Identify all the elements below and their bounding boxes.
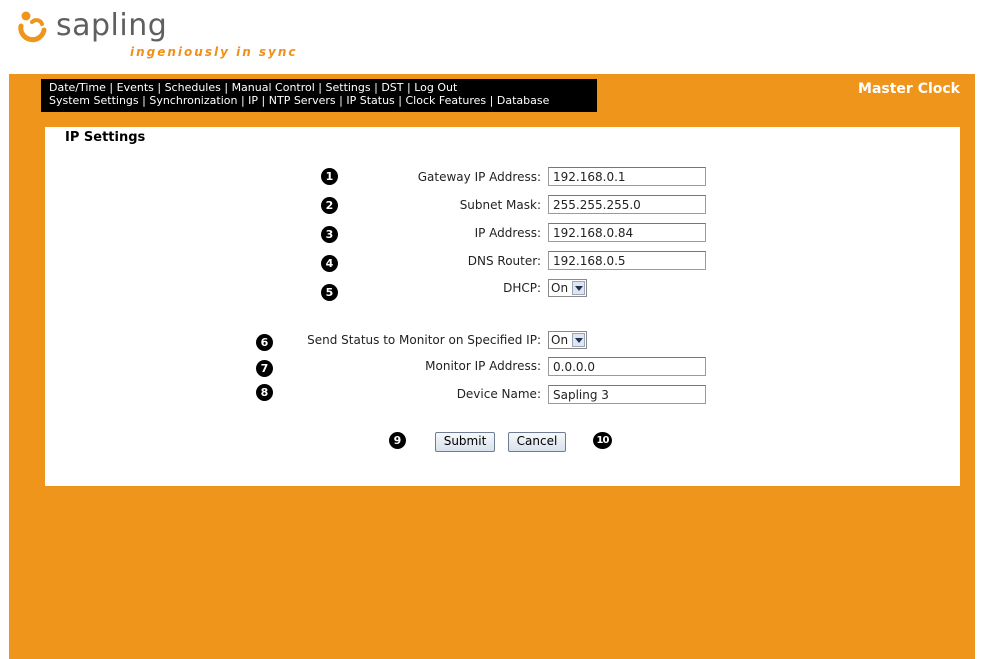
callout-7: 7 <box>256 360 273 377</box>
logo-wordmark: sapling <box>56 8 168 43</box>
subnet-label: Subnet Mask: <box>459 198 541 212</box>
panel-top-fill <box>308 127 960 153</box>
callout-2: 2 <box>321 197 338 214</box>
nav-link-clock-features[interactable]: Clock Features <box>405 94 486 107</box>
nav-link-database[interactable]: Database <box>497 94 550 107</box>
dhcp-select-value: On <box>551 281 569 295</box>
send-status-label: Send Status to Monitor on Specified IP: <box>307 333 541 347</box>
ip-address-input[interactable] <box>548 223 706 242</box>
device-name-label: Device Name: <box>456 387 541 401</box>
nav-link-ntp-servers[interactable]: NTP Servers <box>269 94 336 107</box>
cancel-button[interactable]: Cancel <box>508 432 566 452</box>
ip-address-label: IP Address: <box>474 226 541 240</box>
callout-4: 4 <box>321 255 338 272</box>
monitor-ip-input[interactable] <box>548 357 706 376</box>
nav-row-primary: Date/Time | Events | Schedules | Manual … <box>49 81 597 94</box>
sapling-swirl-icon <box>18 11 47 43</box>
nav-separator: | <box>153 81 165 94</box>
nav-separator: | <box>335 94 347 107</box>
send-status-select[interactable]: On <box>548 331 587 349</box>
nav-row-secondary: System Settings | Synchronization | IP |… <box>49 94 597 107</box>
dhcp-select[interactable]: On <box>548 279 587 297</box>
nav-link-settings[interactable]: Settings <box>326 81 371 94</box>
callout-5: 5 <box>321 284 338 301</box>
nav-separator: | <box>394 94 406 107</box>
nav-separator: | <box>105 81 117 94</box>
nav-separator: | <box>370 81 382 94</box>
nav-separator: | <box>138 94 150 107</box>
chevron-down-icon[interactable] <box>572 281 585 295</box>
nav-link-manual-control[interactable]: Manual Control <box>232 81 315 94</box>
dns-router-input[interactable] <box>548 251 706 270</box>
gateway-label: Gateway IP Address: <box>417 170 541 184</box>
logo-tagline: ingeniously in sync <box>130 45 298 59</box>
subnet-mask-input[interactable] <box>548 195 706 214</box>
dns-router-label: DNS Router: <box>467 254 541 268</box>
nav-separator: | <box>220 81 232 94</box>
monitor-ip-label: Monitor IP Address: <box>425 359 541 373</box>
brand-title: Master Clock <box>858 81 960 97</box>
callout-10: 10 <box>593 432 612 449</box>
dhcp-label: DHCP: <box>503 281 541 295</box>
gateway-ip-input[interactable] <box>548 167 706 186</box>
callout-9: 9 <box>389 432 406 449</box>
nav-separator: | <box>486 94 497 107</box>
nav-separator: | <box>314 81 326 94</box>
callout-8: 8 <box>256 384 273 401</box>
nav-link-ip[interactable]: IP <box>248 94 258 107</box>
nav-separator: | <box>403 81 415 94</box>
nav-separator: | <box>258 94 269 107</box>
nav-link-schedules[interactable]: Schedules <box>165 81 221 94</box>
device-name-input[interactable] <box>548 385 706 404</box>
chevron-down-icon[interactable] <box>572 333 585 347</box>
nav-link-date-time[interactable]: Date/Time <box>49 81 106 94</box>
sapling-logo: sapling ingeniously in sync <box>18 6 318 64</box>
callout-6: 6 <box>256 334 273 351</box>
section-tab: IP Settings <box>45 127 308 153</box>
nav-link-events[interactable]: Events <box>117 81 154 94</box>
nav-link-dst[interactable]: DST <box>381 81 403 94</box>
top-navigation: Date/Time | Events | Schedules | Manual … <box>41 79 597 112</box>
send-status-select-value: On <box>551 333 569 347</box>
callout-1: 1 <box>321 168 338 185</box>
submit-button[interactable]: Submit <box>435 432 495 452</box>
nav-link-system-settings[interactable]: System Settings <box>49 94 139 107</box>
callout-3: 3 <box>321 226 338 243</box>
nav-link-log-out[interactable]: Log Out <box>414 81 457 94</box>
nav-separator: | <box>237 94 249 107</box>
nav-link-ip-status[interactable]: IP Status <box>346 94 394 107</box>
nav-link-synchronization[interactable]: Synchronization <box>149 94 237 107</box>
section-title: IP Settings <box>65 130 146 145</box>
